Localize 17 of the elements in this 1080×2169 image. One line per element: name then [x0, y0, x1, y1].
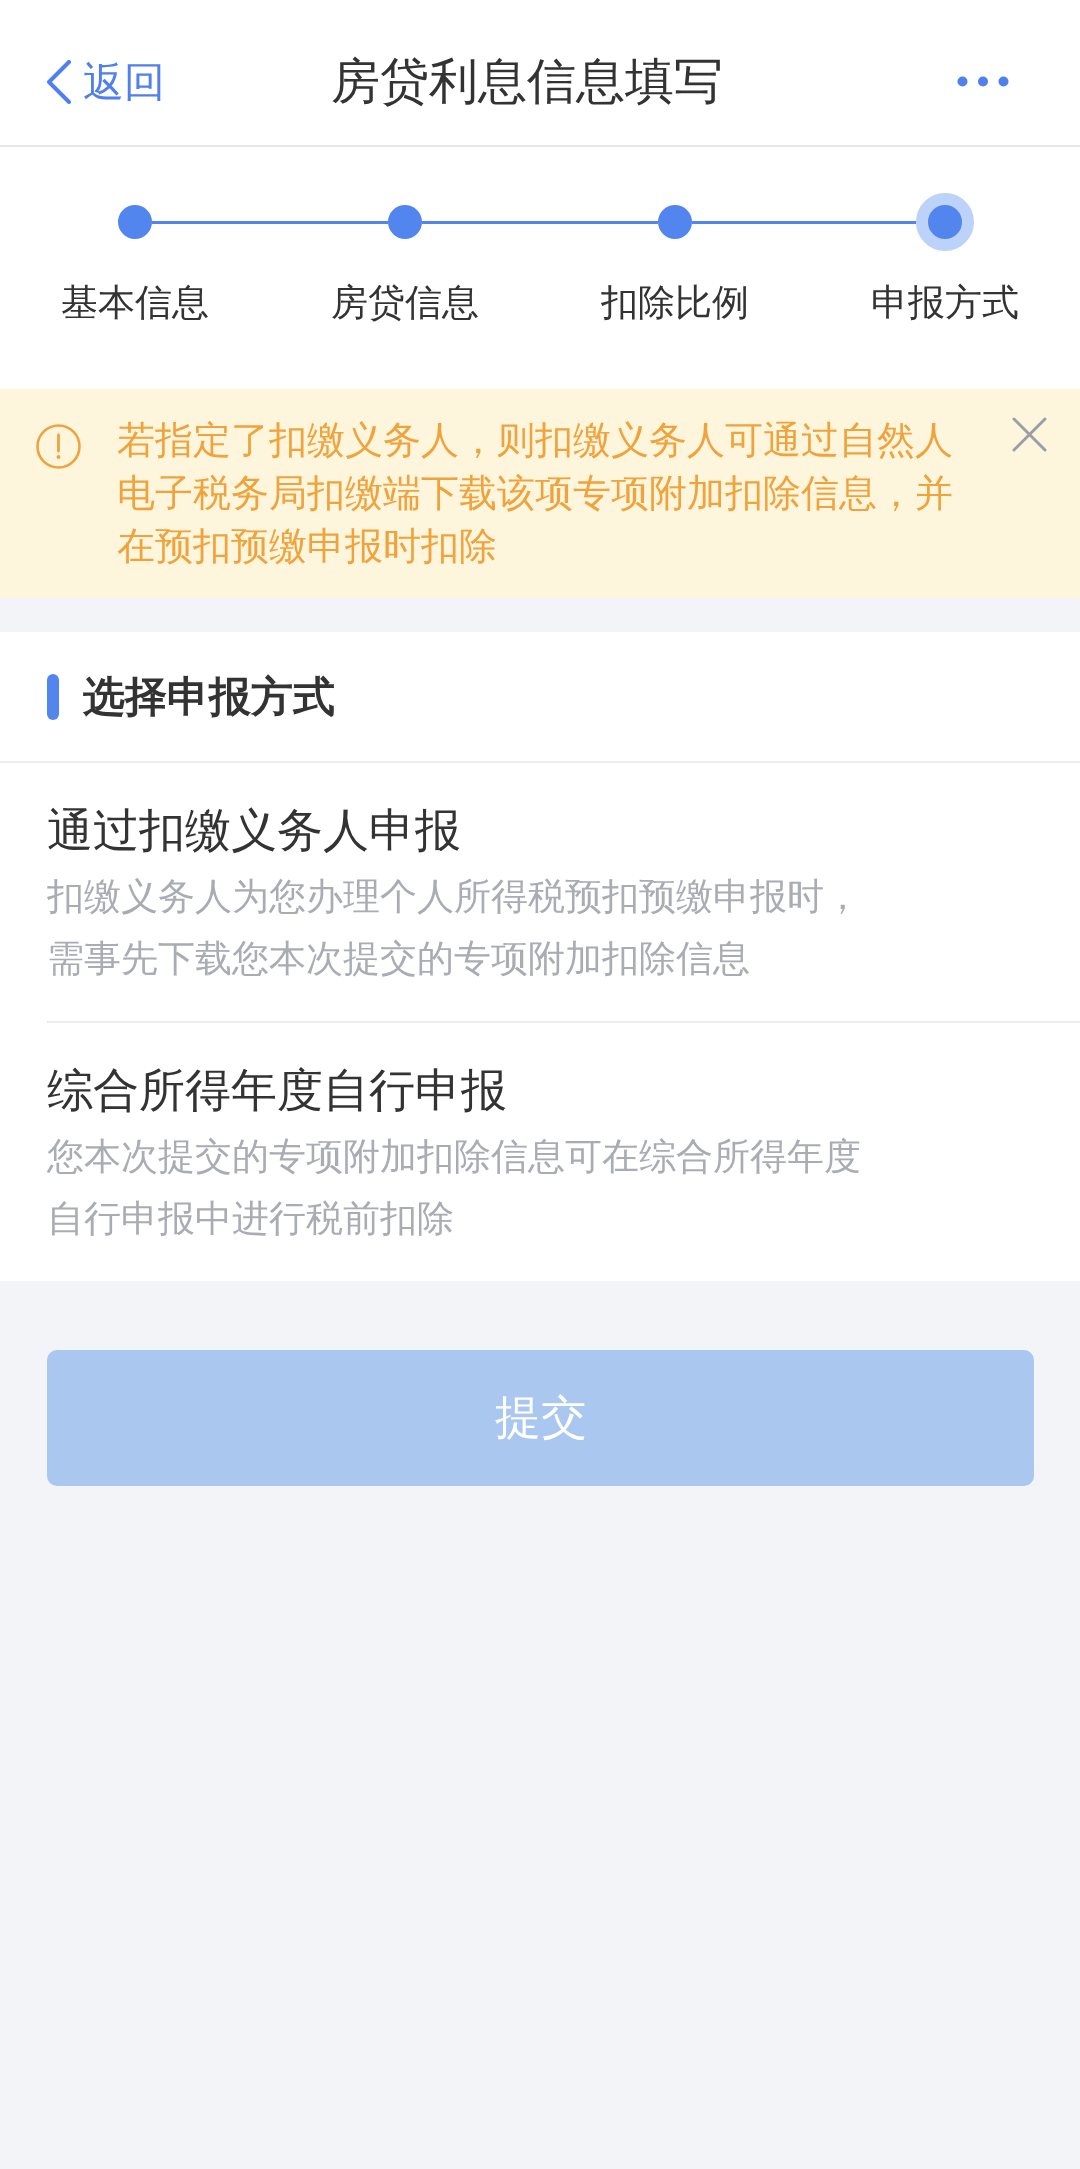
warning-icon: [36, 424, 81, 469]
back-button[interactable]: 返回: [45, 57, 165, 106]
close-icon[interactable]: [1012, 417, 1047, 452]
option-title[interactable]: 综合所得年度自行申报: [47, 1062, 507, 1118]
step-label: 房贷信息: [331, 281, 479, 325]
accent-bar-icon: [47, 673, 59, 720]
chevron-left-icon: [45, 59, 72, 104]
option-description: 您本次提交的专项附加扣除信息可在综合所得年度自行申报中进行税前扣除: [47, 1134, 862, 1242]
section-title: 选择申报方式: [83, 670, 335, 723]
step-label: 扣除比例: [601, 281, 749, 325]
notice-text: 若指定了扣缴义务人，则扣缴义务人可通过自然人电子税务局扣缴端下载该项专项附加扣除信息，并在预扣预缴申报时扣除: [117, 417, 954, 570]
page-title: 房贷利息信息填写: [331, 52, 723, 111]
more-icon[interactable]: [957, 76, 1009, 87]
step-label: 申报方式: [871, 281, 1019, 325]
option-title[interactable]: 通过扣缴义务人申报: [47, 802, 461, 858]
option-description: 扣缴义务人为您办理个人所得税预扣预缴申报时，需事先下载您本次提交的专项附加扣除信息: [47, 874, 862, 982]
step-label: 基本信息: [61, 281, 209, 325]
